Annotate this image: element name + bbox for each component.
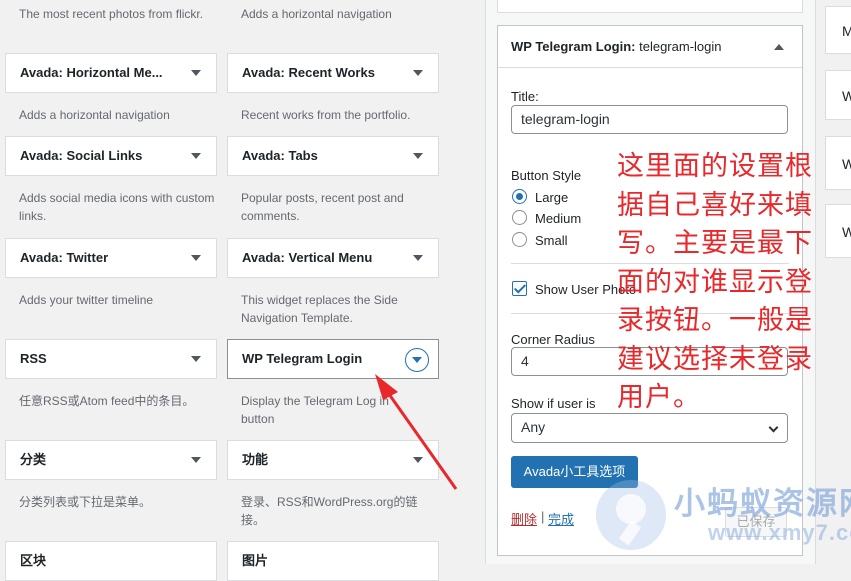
widget-title: RSS bbox=[20, 351, 47, 366]
editor-subtitle: telegram-login bbox=[639, 39, 722, 54]
widget-horizontal-menu[interactable]: Avada: Horizontal Me... bbox=[5, 53, 217, 93]
widget-title: WP Telegram Login bbox=[242, 351, 363, 366]
radio-small[interactable] bbox=[512, 232, 527, 247]
corner-radius-label: Corner Radius bbox=[511, 332, 595, 347]
far-right-item[interactable]: M bbox=[825, 6, 851, 54]
show-if-label: Show if user is bbox=[511, 396, 596, 411]
widget-categories[interactable]: 分类 bbox=[5, 440, 217, 480]
show-if-selected-value: Any bbox=[521, 419, 546, 435]
chevron-up-icon[interactable] bbox=[774, 44, 784, 50]
widget-editor-header[interactable]: WP Telegram Login: telegram-login bbox=[498, 26, 802, 68]
widget-title: 图片 bbox=[242, 553, 269, 568]
title-input[interactable]: telegram-login bbox=[511, 105, 788, 134]
widget-rss[interactable]: RSS bbox=[5, 339, 217, 379]
widget-title: 功能 bbox=[242, 452, 269, 467]
button-style-label: Button Style bbox=[511, 168, 582, 183]
radio-large[interactable] bbox=[512, 189, 527, 204]
show-photo-checkbox[interactable] bbox=[512, 281, 527, 296]
widget-twitter[interactable]: Avada: Twitter bbox=[5, 238, 217, 278]
widget-image[interactable]: 图片 bbox=[227, 541, 439, 581]
widget-desc: Recent works from the portfolio. bbox=[241, 108, 411, 122]
chevron-down-icon[interactable] bbox=[191, 255, 201, 261]
widget-title: 区块 bbox=[20, 553, 47, 568]
watermark-title: 小蚂蚁资源网 bbox=[674, 486, 851, 521]
widget-desc-flickr: The most recent photos from flickr. bbox=[19, 7, 204, 21]
widget-desc: This widget replaces the Side Navigation… bbox=[241, 293, 398, 325]
radio-small-label: Small bbox=[535, 233, 568, 248]
widget-desc: 登录、RSS和WordPress.org的链接。 bbox=[241, 495, 418, 527]
annotation-text: 这里面的设置根据自己喜好来填写。主要是最下面的对谁显示登录按钮。一般是建议选择未… bbox=[617, 151, 813, 412]
show-if-select[interactable]: Any bbox=[511, 413, 788, 443]
chevron-down-icon bbox=[768, 422, 779, 433]
far-right-item[interactable]: W bbox=[825, 136, 851, 190]
chevron-down-icon[interactable] bbox=[413, 255, 423, 261]
done-link[interactable]: 完成 bbox=[548, 509, 574, 528]
widget-desc: Popular posts, recent post and comments. bbox=[241, 191, 404, 223]
widget-desc: 任意RSS或Atom feed中的条目。 bbox=[19, 394, 195, 408]
chevron-down-icon[interactable] bbox=[405, 348, 429, 372]
widget-desc: 分类列表或下拉是菜单。 bbox=[19, 495, 152, 509]
widget-block[interactable]: 区块 bbox=[5, 541, 217, 581]
delete-link[interactable]: 删除 bbox=[511, 509, 537, 528]
widget-title: Avada: Recent Works bbox=[242, 65, 375, 80]
chevron-down-icon[interactable] bbox=[191, 70, 201, 76]
far-right-item[interactable]: W bbox=[825, 70, 851, 120]
title-label: Title: bbox=[511, 89, 539, 104]
chevron-down-icon[interactable] bbox=[191, 457, 201, 463]
widget-desc: Adds a horizontal navigation bbox=[19, 108, 170, 122]
watermark: 小蚂蚁资源网 www.xmy7.com bbox=[596, 478, 851, 558]
widget-desc-hmenu-top: Adds a horizontal navigation bbox=[241, 7, 392, 21]
radio-large-label: Large bbox=[535, 190, 569, 205]
widget-recent-works[interactable]: Avada: Recent Works bbox=[227, 53, 439, 93]
radio-medium-label: Medium bbox=[535, 211, 582, 226]
radio-medium[interactable] bbox=[512, 210, 527, 225]
annotation-arrow-icon bbox=[375, 374, 458, 490]
watermark-url: www.xmy7.com bbox=[708, 520, 851, 545]
chevron-down-icon[interactable] bbox=[413, 70, 423, 76]
chevron-down-icon[interactable] bbox=[191, 153, 201, 159]
widget-desc: Adds social media icons with custom link… bbox=[19, 191, 215, 223]
widget-title: 分类 bbox=[20, 452, 47, 467]
previous-widget bbox=[497, 0, 803, 13]
link-separator: | bbox=[541, 509, 545, 524]
watermark-logo-icon bbox=[596, 480, 666, 550]
widget-title: Avada: Horizontal Me... bbox=[20, 65, 163, 80]
widget-title: Avada: Twitter bbox=[20, 250, 109, 265]
widget-title: Avada: Tabs bbox=[242, 148, 318, 163]
widget-social-links[interactable]: Avada: Social Links bbox=[5, 136, 217, 176]
widget-title: Avada: Vertical Menu bbox=[242, 250, 373, 265]
far-right-item[interactable]: W bbox=[825, 204, 851, 258]
widget-vertical-menu[interactable]: Avada: Vertical Menu bbox=[227, 238, 439, 278]
widget-desc: Adds your twitter timeline bbox=[19, 293, 154, 307]
editor-title: WP Telegram Login: bbox=[511, 39, 636, 54]
chevron-down-icon[interactable] bbox=[413, 153, 423, 159]
widget-title: Avada: Social Links bbox=[20, 148, 143, 163]
widget-tabs[interactable]: Avada: Tabs bbox=[227, 136, 439, 176]
chevron-down-icon[interactable] bbox=[191, 356, 201, 362]
